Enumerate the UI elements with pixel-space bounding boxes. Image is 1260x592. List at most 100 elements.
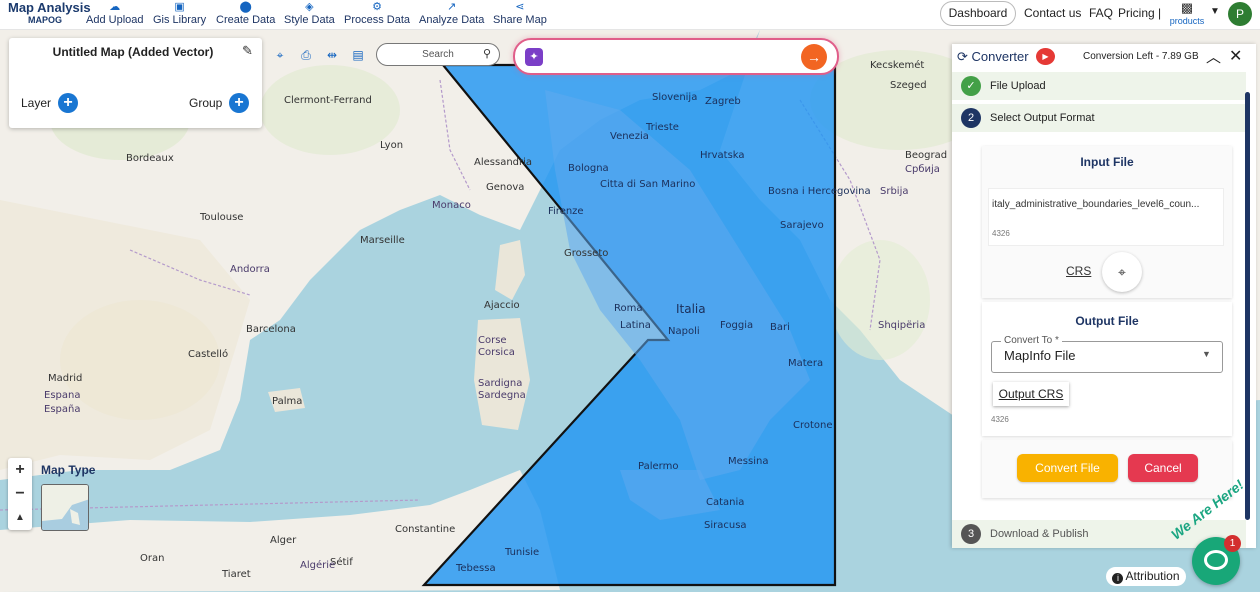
zoom-out-button[interactable]: − <box>8 482 32 506</box>
faq-link[interactable]: FAQ <box>1089 0 1113 30</box>
info-icon: i <box>1112 573 1124 584</box>
print-icon[interactable]: ⎙ <box>298 47 314 63</box>
step-file-upload[interactable]: ✓ File Upload <box>952 72 1246 100</box>
chevron-down-icon: ▼ <box>1202 349 1211 359</box>
map-label-city: Roma <box>614 303 643 314</box>
nav-label: Gis Library <box>153 14 207 26</box>
map-label-country: Espana <box>44 390 81 401</box>
user-avatar[interactable]: P <box>1228 2 1252 26</box>
map-label-city: Napoli <box>668 326 700 337</box>
pencil-icon[interactable]: ✎ <box>242 43 253 59</box>
convert-file-button[interactable]: Convert File <box>1017 454 1118 482</box>
step-label: File Upload <box>990 80 1046 92</box>
map-label-city: Alessandria <box>474 157 533 168</box>
step-select-output[interactable]: 2 Select Output Format <box>952 104 1246 132</box>
add-layer-button[interactable]: + <box>58 93 78 113</box>
panel-scrollbar[interactable] <box>1245 92 1250 520</box>
map-label-city: Foggia <box>720 320 754 331</box>
attribution-label: Attribution <box>1125 569 1180 583</box>
group-label: Group <box>189 96 223 110</box>
top-navbar: Map Analysis MAPOG ☁ Add Upload ▣ Gis Li… <box>0 0 1260 30</box>
zoom-control: + − ▲ <box>8 458 32 530</box>
contact-link[interactable]: Contact us <box>1024 0 1081 30</box>
converter-title: ⟳ Converter <box>957 49 1029 64</box>
map-label-city: Barcelona <box>246 324 296 335</box>
chevron-up-icon[interactable]: ︿ <box>1206 46 1221 67</box>
nav-label: Process Data <box>344 14 411 26</box>
map-label-city: Constantine <box>395 524 456 535</box>
search-icon: ⚲ <box>482 48 491 60</box>
map-label-city: Crotone <box>793 420 833 431</box>
map-label-country: Slovenija <box>652 92 698 103</box>
app-logo[interactable]: Map Analysis MAPOG <box>8 0 91 25</box>
layer-panel: Untitled Map (Added Vector) ✎ Layer + Gr… <box>9 38 262 128</box>
map-thumbnail-image <box>42 485 88 530</box>
dashboard-button[interactable]: Dashboard <box>940 1 1016 26</box>
converter-header: ⟳ Converter ▶ Conversion Left - 7.89 GB … <box>952 44 1256 74</box>
youtube-icon[interactable]: ▶ <box>1036 48 1055 65</box>
comment-icon[interactable]: ▤ <box>350 47 366 63</box>
cloud-upload-icon: ☁ <box>109 1 121 13</box>
library-icon: ▣ <box>174 1 185 13</box>
map-label-city: Venezia <box>610 131 649 142</box>
conversion-left-label: Conversion Left - 7.89 GB <box>1083 51 1199 62</box>
focus-crs-icon[interactable]: ⌖ <box>1102 252 1142 292</box>
map-label-country: Italia <box>676 302 706 316</box>
reset-north-button[interactable]: ▲ <box>8 506 32 530</box>
ai-prompt-bar[interactable]: ✦ → <box>513 38 839 75</box>
output-crs-button[interactable]: Output CRS <box>993 382 1069 406</box>
add-group-button[interactable]: + <box>229 93 249 113</box>
nav-style-data[interactable]: ◈ Style Data <box>284 1 335 26</box>
chevron-down-icon[interactable]: ▼ <box>1210 6 1220 17</box>
map-label-city: Szeged <box>890 80 927 91</box>
measure-icon[interactable]: ⇹ <box>324 47 340 63</box>
converter-title-text: Converter <box>971 49 1029 64</box>
map-label-country: España <box>44 404 81 415</box>
screenshot-icon[interactable]: ⌖ <box>272 47 288 63</box>
output-epsg: 4326 <box>991 415 1009 424</box>
step-number: 3 <box>961 524 981 544</box>
map-label-country: Sardigna <box>478 378 523 389</box>
nav-gis-library[interactable]: ▣ Gis Library <box>153 1 206 26</box>
attribution-button[interactable]: i Attribution <box>1106 567 1186 586</box>
step-number: 2 <box>961 108 981 128</box>
nav-label: Create Data <box>216 14 276 26</box>
map-label-city: Madrid <box>48 373 83 384</box>
map-label-country: Bosna i Hercegovina <box>768 186 871 197</box>
map-label-country: Србија <box>905 164 940 175</box>
nav-analyze-data[interactable]: ↗ Analyze Data <box>419 1 484 26</box>
map-label-country: Andorra <box>230 264 270 275</box>
pricing-link[interactable]: Pricing | <box>1118 0 1161 30</box>
search-input[interactable]: Search ⚲ <box>376 43 500 66</box>
nav-label: Share Map <box>493 14 547 26</box>
nav-process-data[interactable]: ⚙ Process Data <box>344 1 410 26</box>
file-info-box <box>988 188 1224 246</box>
crs-link[interactable]: CRS <box>1066 264 1091 278</box>
submit-arrow-button[interactable]: → <box>801 44 827 70</box>
nav-create-data[interactable]: ⬤ Create Data <box>216 1 275 26</box>
zoom-in-button[interactable]: + <box>8 458 32 482</box>
map-label-city: Clermont-Ferrand <box>284 95 372 106</box>
map-label-city: Alger <box>270 535 297 546</box>
nav-share-map[interactable]: ⋖ Share Map <box>493 1 547 26</box>
map-label-city: Beograd <box>905 150 948 161</box>
cancel-button[interactable]: Cancel <box>1128 454 1198 482</box>
products-menu[interactable]: ▩ products <box>1168 0 1206 26</box>
share-icon: ⋖ <box>515 1 525 13</box>
layer-label: Layer <box>21 96 52 110</box>
chat-widget-button[interactable]: 1 <box>1192 535 1241 585</box>
map-label-city: Matera <box>788 358 824 369</box>
step-label: Select Output Format <box>990 112 1095 124</box>
nav-label: Style Data <box>284 14 335 26</box>
map-label-city: Trieste <box>646 122 679 133</box>
nav-add-upload[interactable]: ☁ Add Upload <box>86 1 144 26</box>
map-label-city: Bordeaux <box>126 153 174 164</box>
map-label-city: Palermo <box>638 461 679 472</box>
map-label-city: Castelló <box>188 349 229 360</box>
converter-panel: ⟳ Converter ▶ Conversion Left - 7.89 GB … <box>952 44 1256 548</box>
map-type-thumbnail[interactable] <box>41 484 89 531</box>
step-label: Download & Publish <box>990 528 1089 540</box>
close-icon[interactable]: ✕ <box>1229 46 1242 66</box>
map-label-city: Palma <box>272 396 303 407</box>
map-label-city: Ajaccio <box>484 300 520 311</box>
